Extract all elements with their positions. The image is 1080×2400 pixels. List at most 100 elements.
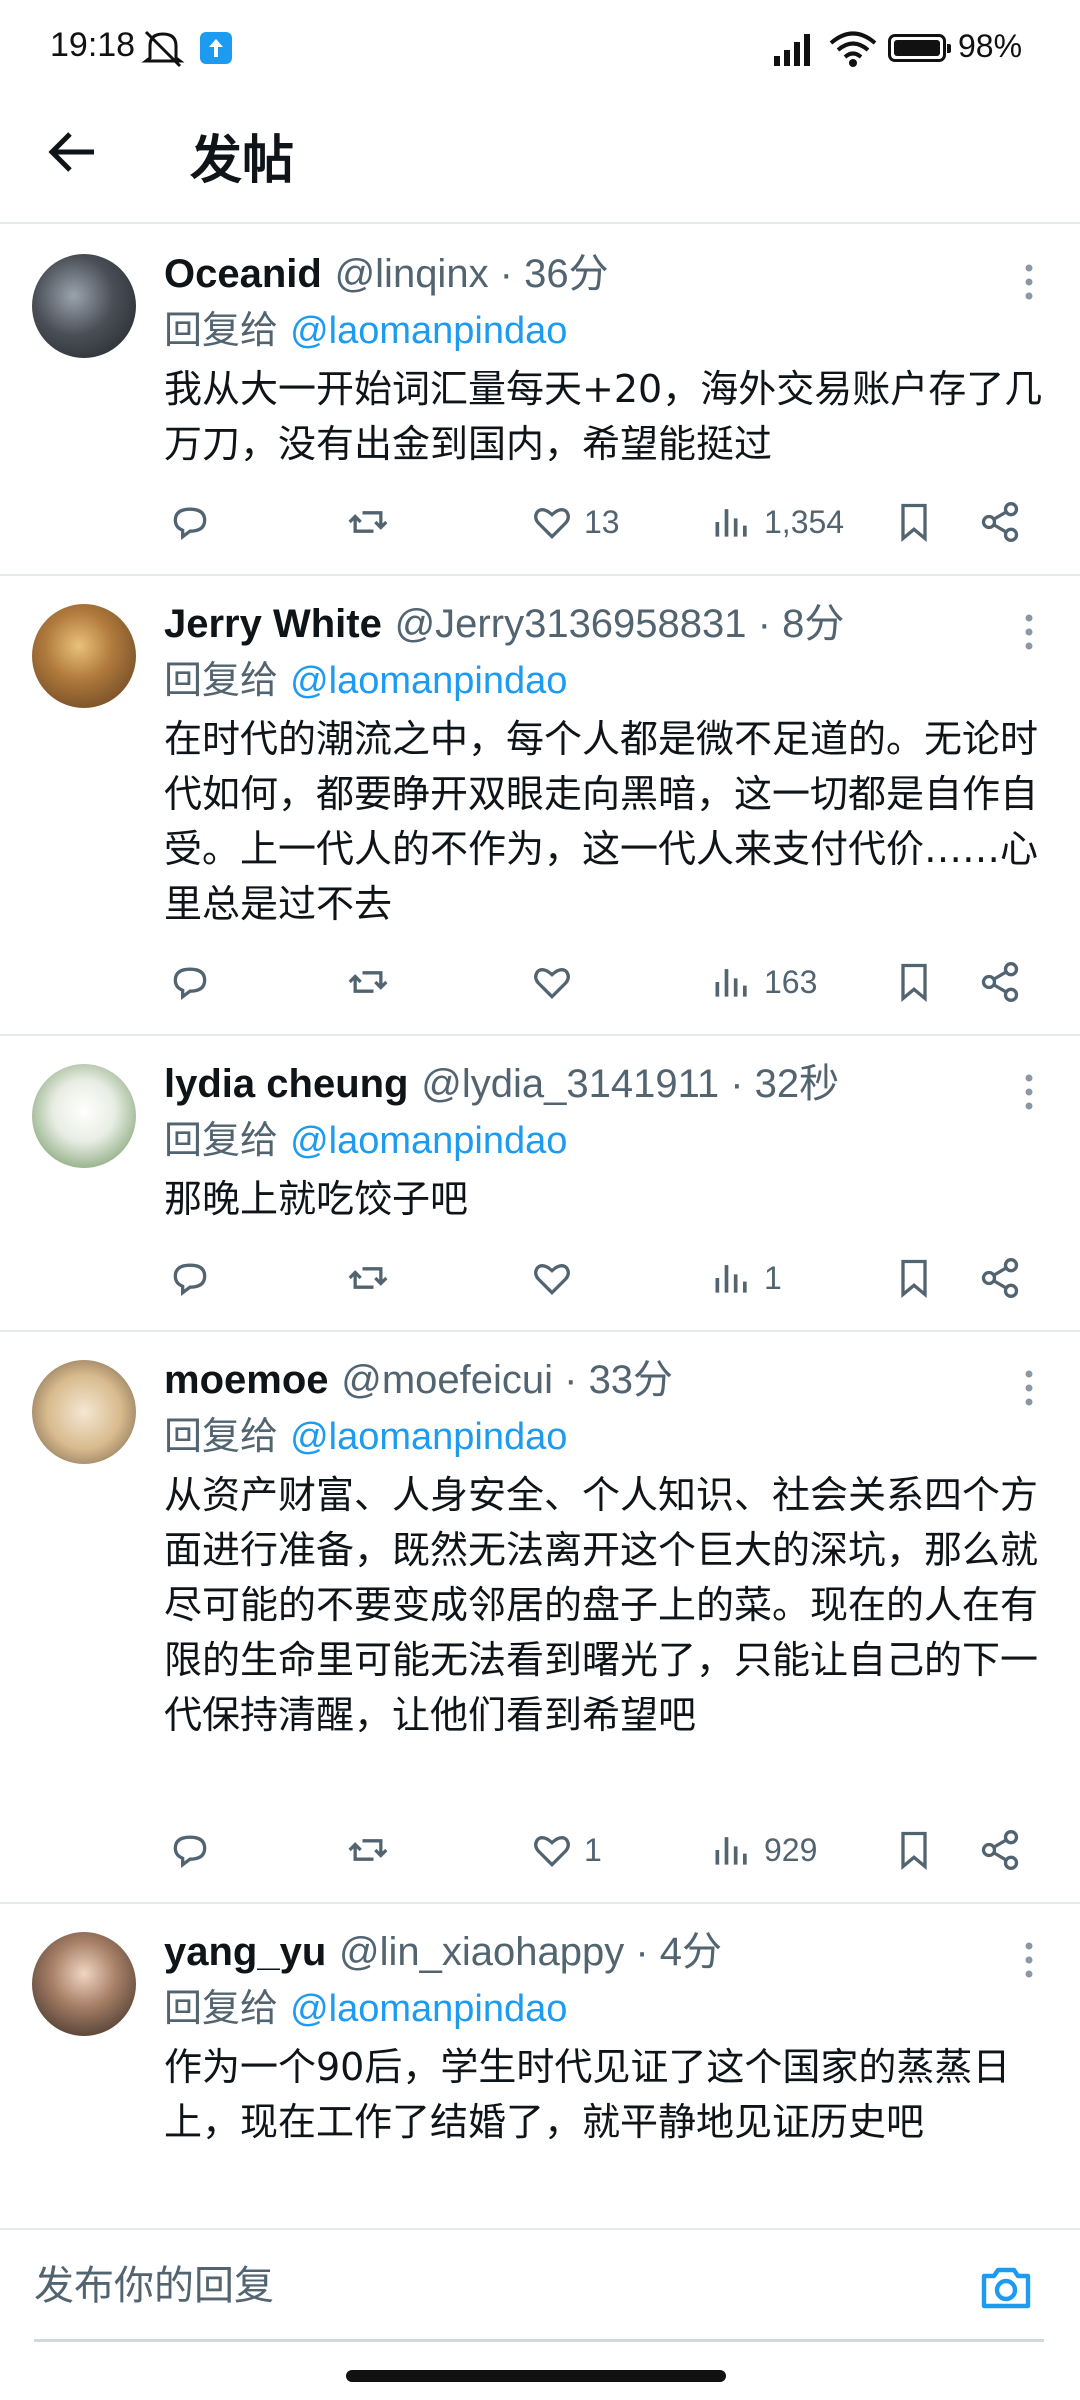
reply-item[interactable]: Oceanid @linqinx · 36分 回复给 @laomanpindao… bbox=[0, 226, 1080, 576]
share-button[interactable] bbox=[978, 1248, 1022, 1308]
like-icon bbox=[534, 508, 570, 540]
avatar[interactable] bbox=[32, 1064, 136, 1168]
author-handle-time: @moefeicui · 33分 bbox=[341, 1358, 674, 1402]
action-bar: 1 929 bbox=[164, 1820, 1044, 1880]
retweet-button[interactable] bbox=[346, 492, 390, 552]
more-icon[interactable] bbox=[1024, 1368, 1034, 1408]
replying-to: 回复给 @laomanpindao bbox=[164, 308, 568, 352]
replying-to: 回复给 @laomanpindao bbox=[164, 658, 568, 702]
reply-button[interactable] bbox=[168, 952, 212, 1012]
author-name[interactable]: moemoe bbox=[164, 1358, 329, 1402]
bookmark-icon bbox=[901, 1259, 927, 1299]
avatar[interactable] bbox=[32, 604, 136, 708]
author-handle-time: @lin_xiaohappy · 4分 bbox=[339, 1930, 723, 1974]
share-button[interactable] bbox=[978, 952, 1022, 1012]
views-button[interactable]: 929 bbox=[710, 1820, 817, 1880]
replying-to: 回复给 @laomanpindao bbox=[164, 1414, 568, 1458]
more-icon[interactable] bbox=[1024, 1940, 1034, 1980]
mention-link[interactable]: @laomanpindao bbox=[290, 310, 567, 352]
battery-percent: 98% bbox=[958, 28, 1023, 64]
action-bar: 163 bbox=[164, 952, 1044, 1012]
retweet-icon bbox=[348, 1839, 388, 1861]
views-count: 1 bbox=[764, 1259, 782, 1296]
share-icon bbox=[981, 1258, 1019, 1298]
more-icon[interactable] bbox=[1024, 612, 1034, 652]
bookmark-button[interactable] bbox=[892, 952, 936, 1012]
reply-icon bbox=[173, 1263, 207, 1296]
bookmark-button[interactable] bbox=[892, 492, 936, 552]
like-button[interactable] bbox=[530, 1248, 584, 1308]
reply-button[interactable] bbox=[168, 1820, 212, 1880]
top-app-bar: 发帖 bbox=[0, 96, 1080, 224]
author-name[interactable]: Jerry White bbox=[164, 602, 382, 646]
reply-item[interactable]: lydia cheung @lydia_3141911 · 32秒 回复给 @l… bbox=[0, 1036, 1080, 1332]
wifi-icon bbox=[829, 31, 877, 67]
share-button[interactable] bbox=[978, 1820, 1022, 1880]
like-icon bbox=[534, 1264, 570, 1296]
like-icon bbox=[534, 1836, 570, 1868]
like-button[interactable]: 1 bbox=[530, 1820, 602, 1880]
retweet-button[interactable] bbox=[346, 1248, 390, 1308]
bookmark-icon bbox=[901, 963, 927, 1003]
author-name[interactable]: yang_yu bbox=[164, 1930, 326, 1974]
mention-link[interactable]: @laomanpindao bbox=[290, 1416, 567, 1458]
retweet-icon bbox=[348, 1267, 388, 1289]
share-icon bbox=[981, 1830, 1019, 1870]
reply-button[interactable] bbox=[168, 492, 212, 552]
share-icon bbox=[981, 502, 1019, 542]
reply-icon bbox=[173, 1835, 207, 1868]
retweet-button[interactable] bbox=[346, 952, 390, 1012]
like-icon bbox=[534, 968, 570, 1000]
reply-item[interactable]: yang_yu @lin_xiaohappy · 4分 回复给 @laomanp… bbox=[0, 1904, 1080, 2228]
share-icon bbox=[981, 962, 1019, 1002]
views-icon bbox=[715, 509, 747, 537]
compose-reply-bar: 发布你的回复 bbox=[0, 2228, 1080, 2348]
mention-link[interactable]: @laomanpindao bbox=[290, 660, 567, 702]
action-bar: 1 bbox=[164, 1248, 1044, 1308]
camera-icon[interactable] bbox=[978, 2262, 1034, 2314]
reply-text: 那晚上就吃饺子吧 bbox=[164, 1177, 469, 1221]
reply-icon bbox=[173, 507, 207, 540]
gesture-navigation-bar[interactable] bbox=[346, 2370, 726, 2382]
like-count: 13 bbox=[584, 503, 620, 540]
bookmark-button[interactable] bbox=[892, 1820, 936, 1880]
author-name[interactable]: Oceanid bbox=[164, 252, 322, 296]
retweet-icon bbox=[348, 511, 388, 533]
share-button[interactable] bbox=[978, 492, 1022, 552]
author-name[interactable]: lydia cheung bbox=[164, 1062, 409, 1106]
author-handle-time: @Jerry3136958831 · 8分 bbox=[394, 602, 845, 646]
reply-input[interactable]: 发布你的回复 bbox=[34, 2230, 1044, 2342]
bookmark-button[interactable] bbox=[892, 1248, 936, 1308]
reply-text: 从资产财富、人身安全、个人知识、社会关系四个方面进行准备，既然无法离开这个巨大的… bbox=[164, 1473, 1039, 1737]
avatar[interactable] bbox=[32, 1360, 136, 1464]
reply-item[interactable]: moemoe @moefeicui · 33分 回复给 @laomanpinda… bbox=[0, 1332, 1080, 1904]
more-icon[interactable] bbox=[1024, 262, 1034, 302]
battery-icon bbox=[888, 34, 951, 62]
views-icon bbox=[715, 969, 747, 997]
views-icon bbox=[715, 1837, 747, 1865]
reply-item[interactable]: Jerry White @Jerry3136958831 · 8分 回复给 @l… bbox=[0, 576, 1080, 1036]
author-handle-time: @lydia_3141911 · 32秒 bbox=[421, 1062, 840, 1106]
bookmark-icon bbox=[901, 1831, 927, 1871]
mention-link[interactable]: @laomanpindao bbox=[290, 1120, 567, 1162]
views-button[interactable]: 1,354 bbox=[710, 492, 844, 552]
avatar[interactable] bbox=[32, 254, 136, 358]
status-time: 19:18 bbox=[50, 26, 136, 64]
retweet-button[interactable] bbox=[346, 1820, 390, 1880]
like-button[interactable]: 13 bbox=[530, 492, 620, 552]
views-button[interactable]: 163 bbox=[710, 952, 817, 1012]
like-button[interactable] bbox=[530, 952, 584, 1012]
reply-icon bbox=[173, 967, 207, 1000]
views-button[interactable]: 1 bbox=[710, 1248, 782, 1308]
page-title: 发帖 bbox=[190, 131, 295, 191]
reply-text: 我从大一开始词汇量每天+20，海外交易账户存了几万刀，没有出金到国内，希望能挺过 bbox=[164, 367, 1043, 466]
views-count: 163 bbox=[764, 963, 818, 1000]
like-count: 1 bbox=[584, 1831, 602, 1868]
reply-button[interactable] bbox=[168, 1248, 212, 1308]
avatar[interactable] bbox=[32, 1932, 136, 2036]
back-arrow-icon[interactable] bbox=[40, 120, 104, 184]
mention-link[interactable]: @laomanpindao bbox=[290, 1988, 567, 2030]
more-icon[interactable] bbox=[1024, 1072, 1034, 1112]
status-bar: 19:18 98% bbox=[0, 0, 1080, 96]
upload-notification-icon bbox=[200, 32, 232, 64]
